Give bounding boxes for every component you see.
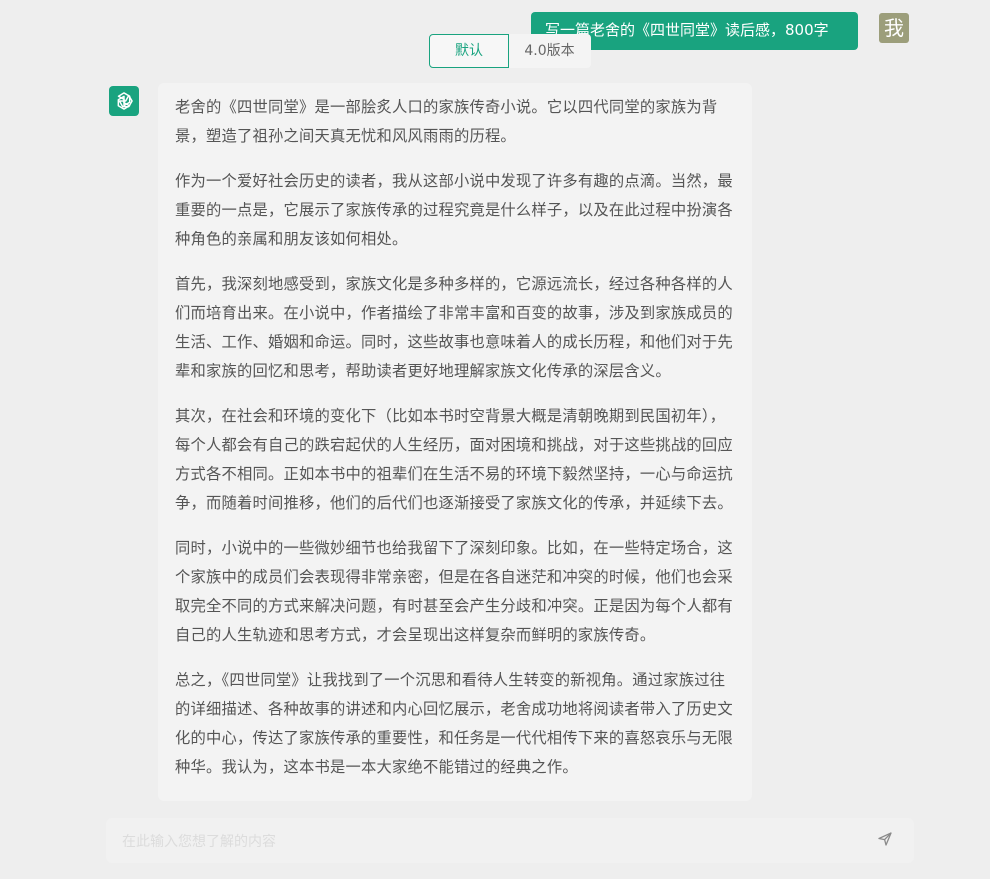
version-switch: 默认 4.0版本: [429, 34, 591, 68]
version-tab-4-0[interactable]: 4.0版本: [509, 34, 591, 68]
send-icon[interactable]: [877, 831, 893, 847]
version-tab-default[interactable]: 默认: [429, 34, 509, 68]
message-input[interactable]: [120, 830, 824, 854]
user-avatar: 我: [879, 13, 909, 43]
answer-paragraph: 同时，小说中的一些微妙细节也给我留下了深刻印象。比如，在一些特定场合，这个家族中…: [175, 539, 733, 644]
answer-paragraph: 首先，我深刻地感受到，家族文化是多种多样的，它源远流长，经过各种各样的人们而培育…: [175, 275, 733, 380]
answer-paragraph: 其次，在社会和环境的变化下（比如本书时空背景大概是清朝晚期到民国初年），每个人都…: [175, 407, 733, 512]
openai-logo-icon: [117, 92, 133, 110]
answer-paragraph: 总之，《四世同堂》让我找到了一个沉思和看待人生转变的新视角。通过家族过往的详细描…: [175, 671, 733, 776]
user-avatar-label: 我: [884, 16, 904, 40]
answer-card: 老舍的《四世同堂》是一部脍炙人口的家族传奇小说。它以四代同堂的家族为背景，塑造了…: [158, 83, 752, 801]
bot-avatar: [109, 86, 139, 116]
answer-paragraph: 作为一个爱好社会历史的读者，我从这部小说中发现了许多有趣的点滴。当然，最重要的一…: [175, 172, 733, 248]
message-input-bar: [106, 818, 914, 863]
chat-page: 写一篇老舍的《四世同堂》读后感，800字 我 默认 4.0版本 老舍的《四世同堂…: [0, 0, 990, 879]
answer-paragraph: 老舍的《四世同堂》是一部脍炙人口的家族传奇小说。它以四代同堂的家族为背景，塑造了…: [175, 98, 718, 145]
